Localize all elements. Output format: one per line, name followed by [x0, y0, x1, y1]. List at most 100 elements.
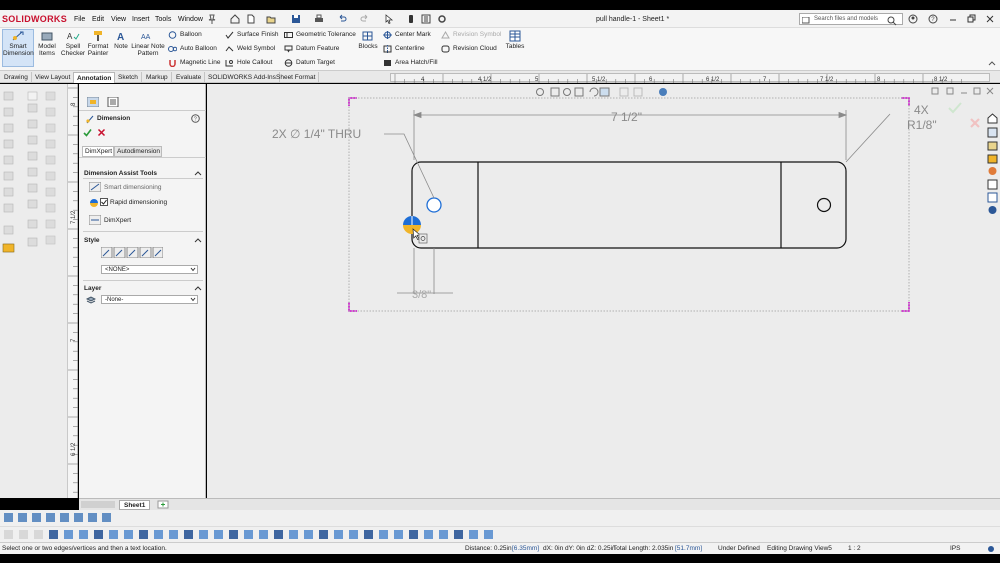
sketch-tool-icon[interactable] — [394, 530, 403, 539]
sketch-tools-toolbar-icons[interactable] — [0, 527, 510, 543]
sketch-tool-icon[interactable] — [139, 530, 148, 539]
left-tool-icon[interactable] — [45, 171, 56, 181]
revision-cloud-button[interactable]: Revision Cloud — [441, 44, 497, 54]
layer-format-toolbar-icons[interactable] — [0, 510, 120, 526]
layer-format-tool-icon[interactable] — [32, 513, 41, 522]
left-tool-icon[interactable] — [27, 199, 38, 209]
format-painter-button[interactable]: Format Painter — [86, 30, 110, 57]
user-account-icon[interactable] — [908, 14, 918, 24]
rapid-dimensioning-checkbox[interactable] — [100, 198, 108, 206]
sketch-tool-icon[interactable] — [49, 530, 58, 539]
layer-format-tool-icon[interactable] — [74, 513, 83, 522]
tab-sheet-format[interactable]: Sheet Format — [273, 72, 320, 83]
sketch-tool-icon[interactable] — [334, 530, 343, 539]
tab-solidworks-add-ins[interactable]: SOLIDWORKS Add-Ins — [205, 72, 280, 83]
save-icon[interactable] — [291, 14, 301, 24]
feature-manager-tab-icon[interactable] — [87, 97, 99, 107]
menu-tools[interactable]: Tools — [155, 16, 171, 23]
left-tool-icon[interactable] — [45, 219, 56, 229]
tab-dimxpert[interactable]: DimXpert — [82, 146, 114, 157]
sketch-tool-icon[interactable] — [109, 530, 118, 539]
print-icon[interactable] — [314, 14, 324, 24]
weld-symbol-button[interactable]: Weld Symbol — [225, 44, 275, 54]
home-icon[interactable] — [230, 14, 240, 24]
style-select[interactable]: <NONE> — [101, 265, 198, 274]
sketch-tool-icon[interactable] — [199, 530, 208, 539]
fillet-count-text[interactable]: 4X — [914, 103, 929, 117]
left-tool-icon[interactable] — [3, 203, 14, 213]
left-tool-icon[interactable] — [3, 155, 14, 165]
hole-callout-text[interactable]: 2X ∅ 1/4" THRU — [272, 127, 361, 141]
confirmation-corner[interactable] — [948, 102, 980, 128]
sketch-tool-icon[interactable] — [169, 530, 178, 539]
sketch-tool-icon[interactable] — [184, 530, 193, 539]
help-icon[interactable]: ? — [928, 14, 938, 24]
layer-format-tool-icon[interactable] — [46, 513, 55, 522]
pin-icon[interactable] — [207, 14, 217, 24]
close-icon[interactable] — [985, 14, 995, 24]
left-tool-icon[interactable] — [27, 151, 38, 161]
sketch-tool-icon[interactable] — [379, 530, 388, 539]
sketch-tool-icon[interactable] — [439, 530, 448, 539]
menu-edit[interactable]: Edit — [92, 16, 104, 23]
sketch-tool-icon[interactable] — [319, 530, 328, 539]
centerline-button[interactable]: Centerline — [383, 44, 425, 54]
spell-checker-button[interactable]: A Spell Checker — [60, 30, 86, 57]
smart-dimensioning-icon[interactable] — [89, 182, 101, 192]
help-icon[interactable]: ? — [191, 114, 200, 123]
tab-drawing[interactable]: Drawing — [1, 72, 32, 83]
model-items-button[interactable]: Model Items — [36, 30, 58, 57]
sketch-tool-icon[interactable] — [454, 530, 463, 539]
sketch-tool-icon[interactable] — [259, 530, 268, 539]
left-tool-icon[interactable] — [27, 103, 38, 113]
tab-sketch[interactable]: Sketch — [115, 72, 142, 83]
sketch-tool-icon[interactable] — [64, 530, 73, 539]
balloon-button[interactable]: Balloon — [168, 30, 202, 40]
left-tool-icon[interactable] — [3, 187, 14, 197]
layer-format-tool-icon[interactable] — [102, 513, 111, 522]
layer-dropdown-chevron-icon[interactable] — [190, 297, 196, 302]
layer-format-tool-icon[interactable] — [4, 513, 13, 522]
smart-dimension-button[interactable]: Smart Dimension — [2, 29, 34, 67]
sketch-tool-icon[interactable] — [124, 530, 133, 539]
left-tool-icon[interactable] — [27, 91, 38, 101]
sketch-tool-icon[interactable] — [274, 530, 283, 539]
left-tool-icon[interactable] — [3, 123, 14, 133]
left-tool-icon[interactable] — [3, 91, 14, 101]
tab-autodimension[interactable]: Autodimension — [114, 146, 162, 157]
sketch-tool-icon[interactable] — [244, 530, 253, 539]
layer-format-tool-icon[interactable] — [18, 513, 27, 522]
note-button[interactable]: A Note — [111, 30, 131, 50]
left-tool-icon[interactable] — [45, 203, 56, 213]
datum-target-button[interactable]: Datum Target — [284, 58, 335, 68]
restore-icon[interactable] — [966, 14, 976, 24]
sketch-tool-icon[interactable] — [94, 530, 103, 539]
geometric-tolerance-button[interactable]: Geometric Tolerance — [284, 30, 356, 40]
magnetic-line-button[interactable]: Magnetic Line — [168, 58, 220, 68]
status-units[interactable]: IPS — [950, 543, 960, 554]
style-dropdown-chevron-icon[interactable] — [190, 267, 196, 272]
left-tool-icon[interactable] — [2, 243, 15, 253]
area-hatch-button[interactable]: Area Hatch/Fill — [383, 58, 438, 68]
open-folder-icon[interactable] — [266, 14, 276, 24]
layer-select[interactable]: -None- — [101, 295, 198, 304]
tab-evaluate[interactable]: Evaluate — [173, 72, 206, 83]
offset-dimension-text[interactable]: 3/8" — [412, 289, 431, 301]
undo-icon[interactable] — [337, 14, 347, 24]
options-gear-icon[interactable] — [437, 14, 447, 24]
ribbon-collapse-icon[interactable] — [987, 59, 997, 67]
redo-icon[interactable] — [360, 14, 370, 24]
menu-insert[interactable]: Insert — [132, 16, 150, 23]
layer-format-tool-icon[interactable] — [60, 513, 69, 522]
tables-button[interactable]: Tables — [505, 30, 525, 50]
status-scale[interactable]: 1 : 2 — [848, 543, 861, 554]
left-tool-icon[interactable] — [27, 237, 38, 247]
left-tool-icon[interactable] — [27, 135, 38, 145]
hole-callout-button[interactable]: Hole Callout — [225, 58, 272, 68]
search-icon[interactable] — [887, 16, 897, 26]
sketch-tool-icon[interactable] — [214, 530, 223, 539]
layer-collapse-chevron-icon[interactable] — [194, 285, 202, 291]
sketch-tool-icon[interactable] — [34, 530, 43, 539]
style-collapse-chevron-icon[interactable] — [194, 237, 202, 243]
auto-balloon-button[interactable]: Auto Balloon — [168, 44, 217, 54]
